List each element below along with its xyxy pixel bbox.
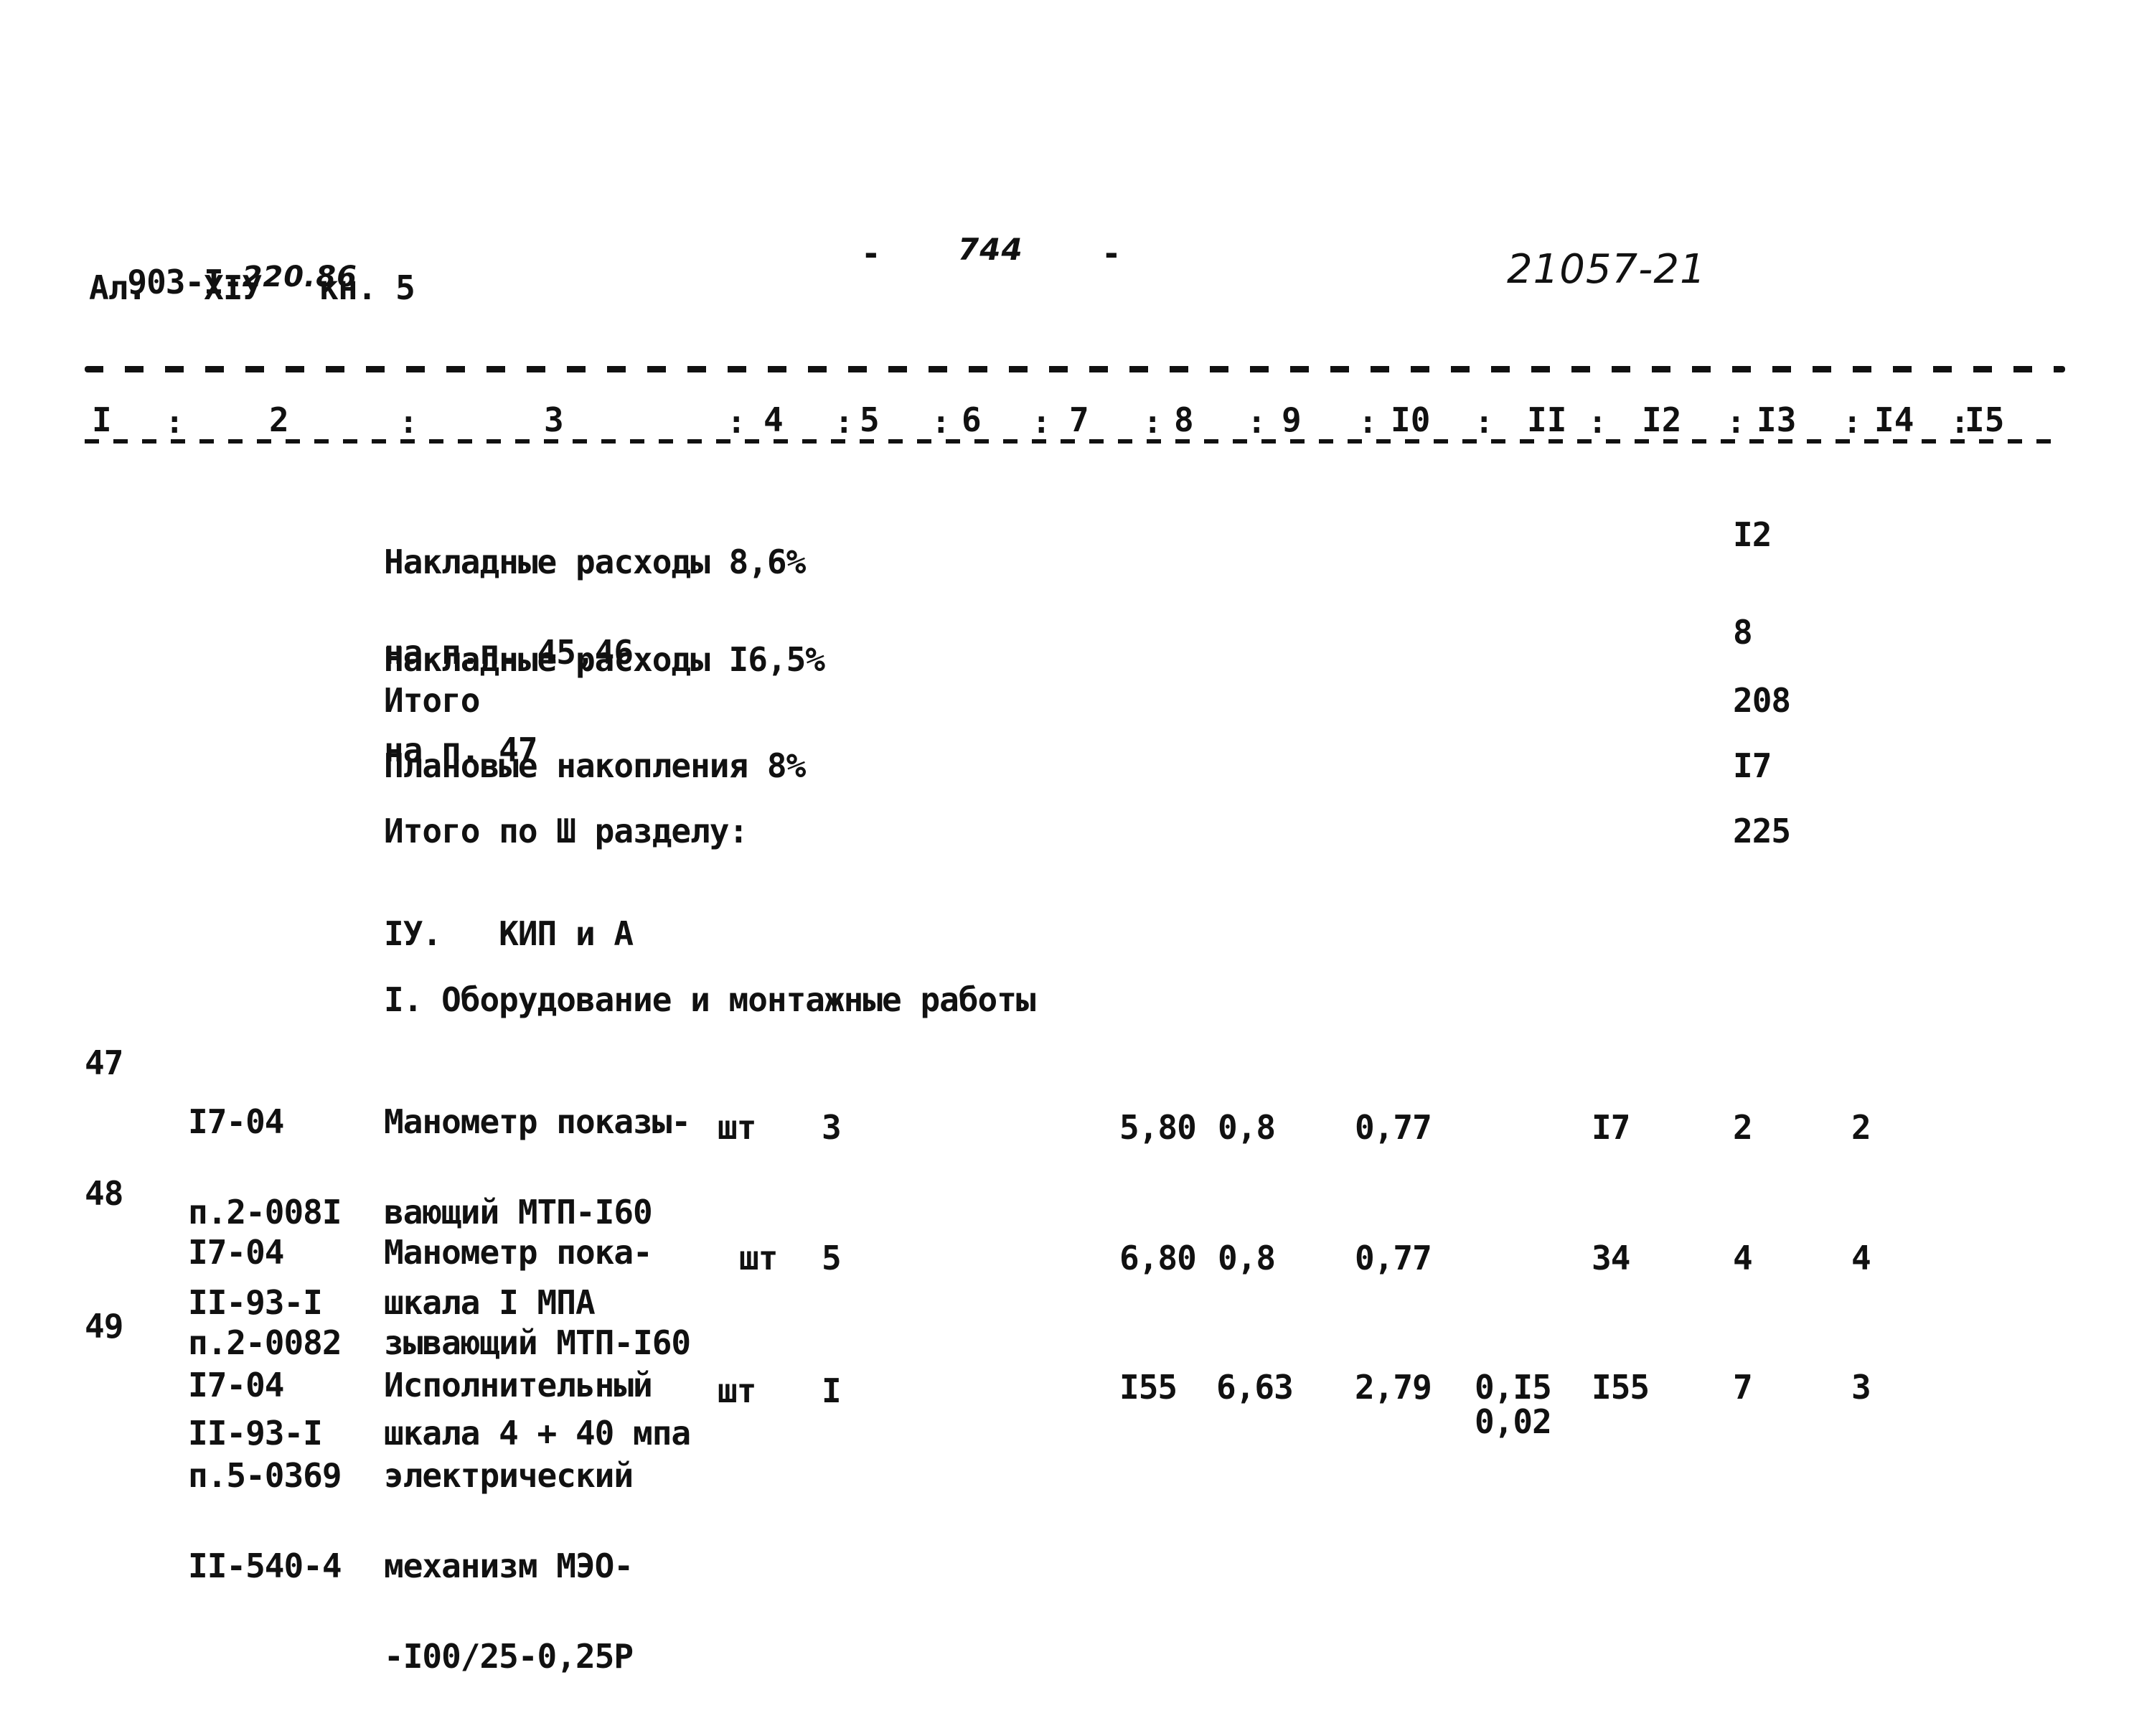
column-separator: : <box>835 404 854 441</box>
row-code: I7-04 <box>188 1366 284 1404</box>
column-header-13: I3 <box>1757 400 1797 439</box>
header-dashed-rule <box>85 366 2065 372</box>
column-header-4: 4 <box>763 400 784 439</box>
column-header-9: 9 <box>1282 400 1302 439</box>
row-unit: шт <box>739 1239 778 1277</box>
summary-value: I2 <box>1733 515 1772 554</box>
summary-value: 8 <box>1733 613 1753 652</box>
section-subheading: I. Оборудование и монтажные работы <box>384 980 1036 1019</box>
row-name-line: механизм МЭО- <box>384 1547 634 1585</box>
column-header-15: I5 <box>1965 400 2005 439</box>
summary-value: 225 <box>1733 812 1791 850</box>
row-code: I7-04 <box>188 1102 284 1141</box>
column-separator: : <box>1588 404 1607 441</box>
row-col9: 6,63 <box>1216 1368 1294 1407</box>
row-number: 49 <box>85 1307 123 1346</box>
column-header-7: 7 <box>1069 400 1089 439</box>
row-col10: 0,77 <box>1355 1108 1432 1147</box>
column-separator: : <box>165 404 184 441</box>
row-name-line: Исполнительный <box>384 1366 653 1404</box>
column-separator: : <box>1475 404 1494 441</box>
row-col9: 0,8 <box>1218 1108 1276 1147</box>
column-header-10: I0 <box>1391 400 1431 439</box>
row-col13: 4 <box>1733 1239 1753 1277</box>
row-col12: I7 <box>1592 1108 1630 1147</box>
archive-number: 21057-21 <box>1507 246 1706 293</box>
column-header-3: 3 <box>544 400 564 439</box>
row-col14: 2 <box>1851 1108 1871 1147</box>
row-code: II-540-4 <box>188 1547 342 1585</box>
row-col10: 0,77 <box>1355 1239 1432 1277</box>
row-col8: 5,80 <box>1119 1108 1197 1147</box>
row-unit: шт <box>718 1371 756 1410</box>
summary-value: 208 <box>1733 681 1791 720</box>
row-codes: I7-04 п.5-0369 II-540-4 <box>188 1310 342 1641</box>
album-line: Ал. XIУ кн. 5 <box>89 268 415 307</box>
column-header-2: 2 <box>269 400 289 439</box>
column-header-8: 8 <box>1174 400 1194 439</box>
column-separator: : <box>1726 404 1746 441</box>
row-name-line: электрический <box>384 1456 634 1495</box>
row-number: 47 <box>85 1043 123 1082</box>
row-col8: 6,80 <box>1119 1239 1197 1277</box>
row-col14: 3 <box>1851 1368 1871 1407</box>
page-dash-left: - <box>861 234 881 273</box>
summary-line-planned-savings: Плановые накопления 8% <box>384 746 806 785</box>
row-quantity: I <box>822 1371 842 1410</box>
row-name-line: Манометр показы- <box>384 1102 691 1141</box>
column-header-12: I2 <box>1642 400 1682 439</box>
summary-label: Накладные расходы I6,5% <box>384 640 825 679</box>
row-col11: 0,I5 <box>1475 1368 1552 1407</box>
row-code: п.5-0369 <box>188 1456 342 1495</box>
column-separator: : <box>931 404 951 441</box>
row-name-line: -I00/25-0,25Р <box>384 1637 634 1676</box>
row-quantity: 5 <box>822 1239 842 1277</box>
row-unit: шт <box>718 1108 756 1147</box>
page-dash-right: - <box>1101 234 1122 273</box>
page-number: 744 <box>958 232 1023 267</box>
summary-line-total: Итого <box>384 681 480 720</box>
row-col11-secondary: 0,02 <box>1475 1402 1552 1441</box>
column-header-14: I4 <box>1874 400 1914 439</box>
row-col13: 7 <box>1733 1368 1753 1407</box>
column-separator: : <box>1247 404 1266 441</box>
column-header-row: I : 2 : 3 : 4 : 5 : 6 : 7 : 8 : 9 : I0 :… <box>85 403 2065 446</box>
column-separator: : <box>399 404 418 441</box>
summary-line-section-total: Итого по Ш разделу: <box>384 812 748 850</box>
row-code: I7-04 <box>188 1233 284 1272</box>
row-col8: I55 <box>1119 1368 1178 1407</box>
column-header-underline <box>85 439 2065 444</box>
row-name-line: Манометр пока- <box>384 1233 653 1272</box>
column-header-11: II <box>1527 400 1567 439</box>
row-col14: 4 <box>1851 1239 1871 1277</box>
column-separator: : <box>727 404 746 441</box>
row-col9: 0,8 <box>1218 1239 1276 1277</box>
summary-label: Накладные расходы 8,6% <box>384 543 806 581</box>
column-header-5: 5 <box>860 400 880 439</box>
column-separator: : <box>1143 404 1162 441</box>
column-separator: : <box>1032 404 1051 441</box>
row-col13: 2 <box>1733 1108 1753 1147</box>
row-col12: I55 <box>1592 1368 1650 1407</box>
column-separator: : <box>1358 404 1378 441</box>
row-col12: 34 <box>1592 1239 1630 1277</box>
column-separator: : <box>1843 404 1862 441</box>
row-col10: 2,79 <box>1355 1368 1432 1407</box>
row-name: Исполнительный электрический механизм МЭ… <box>384 1310 653 1732</box>
row-number: 48 <box>85 1174 123 1213</box>
column-header-6: 6 <box>962 400 982 439</box>
section-heading: IУ. КИП и А <box>384 914 634 953</box>
column-header-1: I <box>92 400 112 439</box>
row-quantity: 3 <box>822 1108 842 1147</box>
summary-value: I7 <box>1733 746 1772 785</box>
